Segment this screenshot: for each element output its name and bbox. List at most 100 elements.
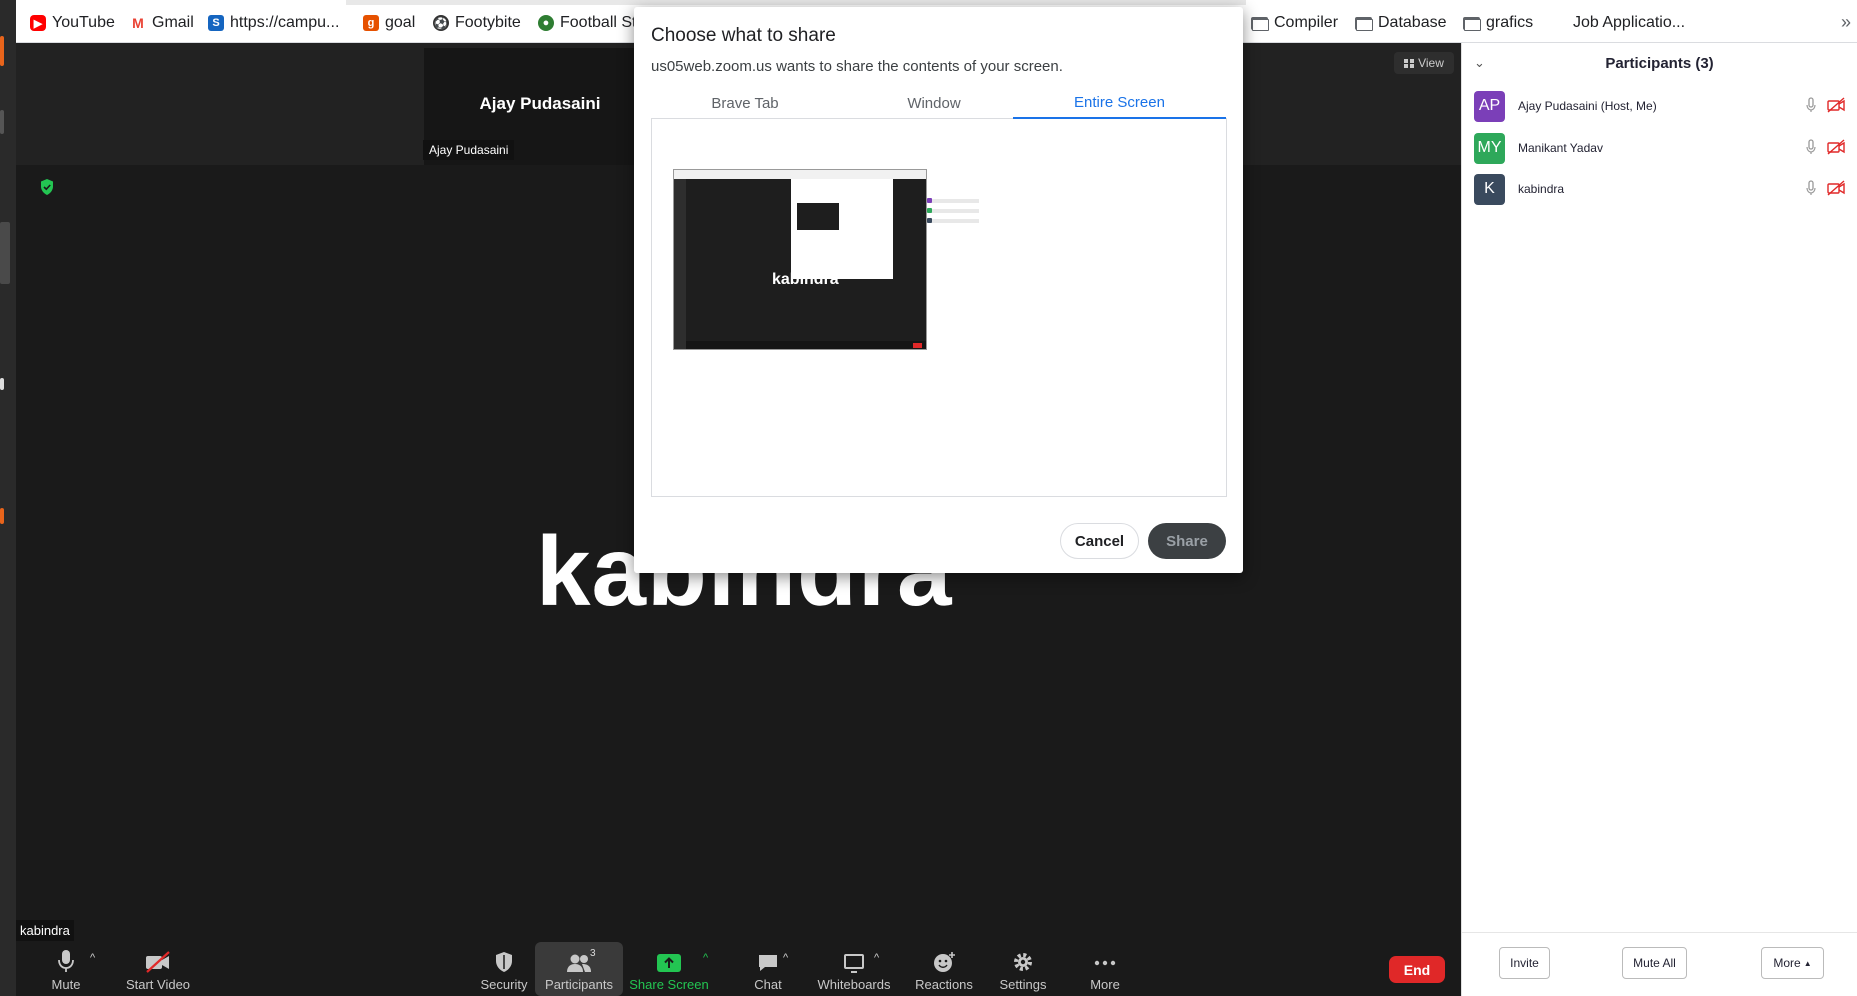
preview-avatar [927,208,932,213]
reactions-icon [934,952,955,972]
settings-label: Settings [999,977,1047,992]
preview-participant-row [931,199,979,203]
share-dialog: Choose what to share us05web.zoom.us wan… [634,7,1243,573]
screen-preview-area: kabindra [651,119,1227,497]
bookmark-goal[interactable]: g goal [363,12,415,34]
dock-indicator [0,36,4,66]
tab-brave-tab[interactable]: Brave Tab [651,87,839,119]
view-label: View [1418,56,1444,70]
preview-speaker-name: kabindra [772,271,839,288]
whiteboard-icon [844,954,864,973]
whiteboards-button[interactable]: Whiteboards [808,942,900,996]
thumbnail-name: Ajay Pudasaini [479,94,601,113]
bookmark-youtube[interactable]: ▶ YouTube [30,12,115,34]
reactions-button[interactable]: Reactions [905,942,983,996]
share-screen-icon [657,954,681,972]
dock-indicator [0,508,4,524]
tab-entire-screen[interactable]: Entire Screen [1013,87,1226,119]
preview-end-button [913,343,922,348]
start-video-label: Start Video [125,977,191,992]
share-source-tabs: Brave Tab Window Entire Screen [651,87,1227,119]
site-s-icon: S [208,15,224,31]
goal-icon: g [363,15,379,31]
mute-label: Mute [51,977,81,992]
chat-button[interactable]: Chat [738,942,798,996]
active-speaker-tag: kabindra [16,920,74,941]
entire-screen-thumbnail[interactable]: kabindra [673,169,927,350]
os-dock [0,0,16,996]
encryption-shield-icon[interactable] [39,178,55,196]
view-button[interactable]: View [1394,52,1454,74]
chat-label: Chat [754,977,782,992]
bookmark-job-applications[interactable]: Job Applicatio... [1573,12,1685,34]
end-meeting-button[interactable]: End [1389,956,1445,983]
security-button[interactable]: Security [472,942,536,996]
bookmark-folder-grafics[interactable]: grafics [1463,12,1533,34]
participant-row[interactable]: AP Ajay Pudasaini (Host, Me) [1474,85,1846,127]
dock-indicator-active [0,222,10,284]
participant-row[interactable]: MY Manikant Yadav [1474,127,1846,169]
bookmark-folder-database[interactable]: Database [1355,12,1447,34]
bookmark-gmail[interactable]: M Gmail [130,12,194,34]
participant-row[interactable]: K kabindra [1474,168,1846,210]
mute-button[interactable]: Mute [36,942,96,996]
participants-icon [567,954,591,972]
share-screen-button[interactable]: Share Screen [623,942,715,996]
meeting-toolbar: Mute ^ Start Video Security Participants… [16,942,1461,996]
microphone-icon [1806,139,1816,154]
security-shield-icon [496,952,512,972]
more-dots-icon [1094,960,1116,966]
avatar: MY [1474,132,1505,164]
football-stream-icon: ● [538,15,554,31]
preview-avatar [927,218,932,223]
thumbnail-name-tag: Ajay Pudasaini [423,140,515,160]
caret-up-icon: ▲ [1803,958,1812,968]
share-options-caret-icon[interactable]: ^ [703,952,708,964]
avatar: K [1474,173,1505,205]
video-off-icon [1827,97,1845,113]
preview-participants-panel [927,169,995,350]
security-label: Security [480,977,528,992]
video-off-icon [1827,180,1845,196]
bookmark-folder-compiler[interactable]: Compiler [1251,12,1338,34]
more-label: More [1090,977,1120,992]
mute-all-button[interactable]: Mute All [1622,947,1687,979]
start-video-button[interactable]: Start Video [116,942,200,996]
folder-icon [1355,16,1373,31]
bookmark-label: goal [385,14,416,31]
preview-avatar [927,198,932,203]
participants-button[interactable]: Participants [535,942,623,996]
microphone-icon [58,950,74,972]
whiteboards-label: Whiteboards [817,977,891,992]
bookmarks-overflow-icon[interactable]: » [1841,12,1851,33]
preview-toolbar [686,341,926,349]
whiteboard-options-caret-icon[interactable]: ^ [874,952,879,964]
more-button[interactable]: More [1075,942,1135,996]
preview-dialog [791,179,893,279]
settings-button[interactable]: Settings [988,942,1058,996]
participants-label: Participants [545,977,613,992]
dialog-subtitle: us05web.zoom.us wants to share the conte… [651,58,1063,75]
panel-more-label: More [1773,956,1801,970]
screen: ▶ YouTube M Gmail S https://campu... g g… [0,0,1857,996]
bookmark-label: grafics [1486,14,1534,31]
panel-more-button[interactable]: More ▲ [1761,947,1824,979]
invite-button[interactable]: Invite [1499,947,1550,979]
bookmark-label: Footybite [455,14,521,31]
video-off-icon [146,951,170,973]
share-screen-label: Share Screen [629,977,709,992]
bookmark-campus[interactable]: S https://campu... [208,12,339,34]
participant-name: Manikant Yadav [1518,141,1603,155]
bookmark-footybite[interactable]: ⚽ Footybite [433,12,521,34]
share-button[interactable]: Share [1148,523,1226,559]
chat-options-caret-icon[interactable]: ^ [783,952,788,964]
preview-participant-row [931,209,979,213]
preview-participant-row [931,219,979,223]
participant-count-badge: 3 [590,948,596,959]
audio-options-caret-icon[interactable]: ^ [90,952,95,964]
tab-window[interactable]: Window [839,87,1029,119]
preview-bookmarks-bar [674,170,926,179]
bookmark-football-stream[interactable]: ● Football St [538,12,636,34]
microphone-icon [1806,97,1816,112]
cancel-button[interactable]: Cancel [1060,523,1139,559]
